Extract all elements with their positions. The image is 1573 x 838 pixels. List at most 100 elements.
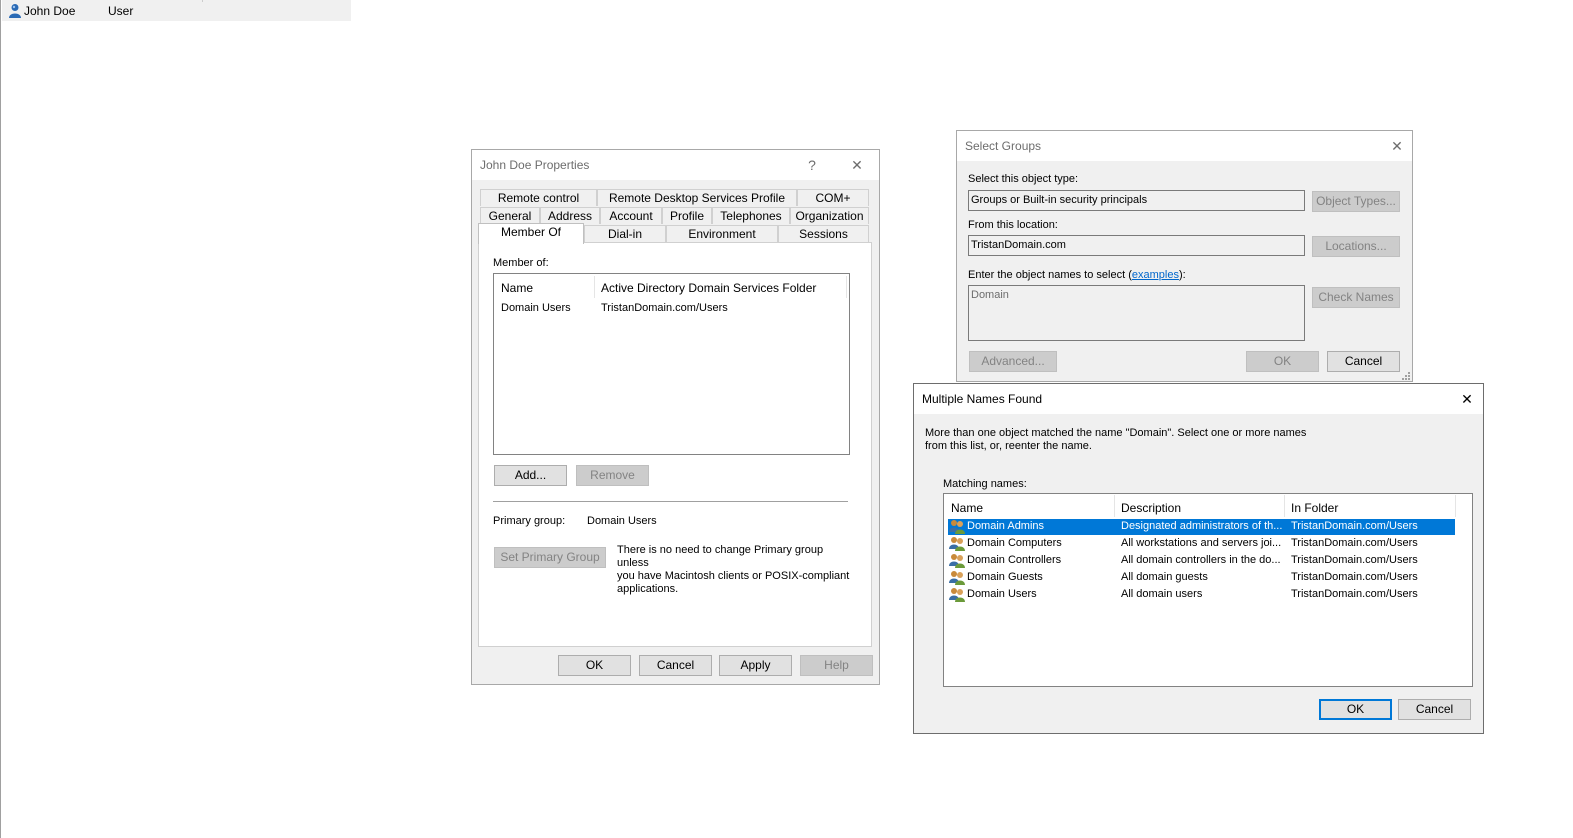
column-separator (202, 0, 203, 2)
dialog-title: John Doe Properties (480, 158, 590, 172)
object-type-field[interactable]: Groups or Built-in security principals (968, 190, 1305, 211)
set-primary-group-button[interactable]: Set Primary Group (494, 547, 606, 568)
user-icon (9, 4, 21, 18)
note-line: There is no need to change Primary group… (617, 544, 824, 569)
close-icon[interactable]: ✕ (1387, 137, 1407, 155)
group-icon (949, 571, 965, 585)
apply-button[interactable]: Apply (719, 655, 792, 676)
location-field[interactable]: TristanDomain.com (968, 235, 1305, 256)
object-names-textarea[interactable]: Domain (968, 285, 1305, 341)
multiple-names-dialog: Multiple Names Found ✕ More than one obj… (913, 383, 1484, 734)
message-text: More than one object matched the name "D… (925, 427, 1306, 453)
tab-dial-in[interactable]: Dial-in (584, 225, 666, 242)
tab-com-plus[interactable]: COM+ (797, 189, 869, 206)
row-description: All domain controllers in the do... (1121, 554, 1281, 566)
tab-profile[interactable]: Profile (662, 207, 712, 224)
location-label: From this location: (968, 219, 1058, 231)
tab-member-of[interactable]: Member Of (478, 223, 584, 244)
row-description: All domain users (1121, 588, 1203, 600)
matching-names-label: Matching names: (943, 478, 1027, 490)
remove-button[interactable]: Remove (576, 465, 649, 486)
properties-dialog: John Doe Properties ? ✕ Remote control R… (471, 149, 880, 685)
advanced-button[interactable]: Advanced... (969, 351, 1057, 372)
table-row[interactable]: Domain Users All domain users TristanDomai… (948, 587, 1455, 603)
column-separator (1284, 495, 1285, 517)
help-button[interactable]: Help (800, 655, 873, 676)
tab-remote-desktop-services-profile[interactable]: Remote Desktop Services Profile (597, 189, 797, 206)
row-name: Domain Guests (967, 571, 1043, 583)
check-names-button[interactable]: Check Names (1312, 287, 1400, 308)
group-icon (949, 537, 965, 551)
locations-button[interactable]: Locations... (1312, 236, 1400, 257)
help-icon[interactable]: ? (802, 156, 822, 174)
tab-general[interactable]: General (480, 207, 540, 224)
row-folder: TristanDomain.com/Users (1291, 588, 1418, 600)
column-separator (846, 276, 847, 298)
column-separator (1455, 495, 1456, 517)
close-icon[interactable]: ✕ (1457, 390, 1477, 408)
tab-account[interactable]: Account (600, 207, 662, 224)
list-item[interactable]: John Doe User (2, 0, 351, 21)
row-folder: TristanDomain.com/Users (1291, 520, 1418, 532)
note-line: applications. (617, 583, 679, 595)
ok-button[interactable]: OK (1246, 351, 1319, 372)
tab-remote-control[interactable]: Remote control (480, 189, 597, 206)
tab-address[interactable]: Address (540, 207, 600, 224)
user-name: John Doe (24, 4, 76, 18)
column-header-name[interactable]: Name (501, 281, 533, 295)
object-names-label: Enter the object names to select (exampl… (968, 269, 1186, 281)
column-header-folder[interactable]: Active Directory Domain Services Folder (601, 281, 816, 295)
column-separator (594, 276, 595, 298)
tab-sessions[interactable]: Sessions (778, 225, 869, 242)
member-row-folder[interactable]: TristanDomain.com/Users (601, 302, 728, 314)
row-name: Domain Computers (967, 537, 1062, 549)
tab-telephones[interactable]: Telephones (712, 207, 790, 224)
object-types-button[interactable]: Object Types... (1312, 191, 1400, 212)
group-icon (949, 554, 965, 568)
table-row[interactable]: Domain Controllers All domain controllers… (948, 553, 1455, 569)
dialog-title: Select Groups (965, 139, 1042, 153)
label-text: Enter the object names to select ( (968, 269, 1132, 281)
close-icon[interactable]: ✕ (847, 156, 867, 174)
table-row[interactable]: Domain Admins Designated administrators o… (948, 519, 1455, 535)
ok-button[interactable]: OK (558, 655, 631, 676)
note-line: you have Macintosh clients or POSIX-comp… (617, 570, 850, 582)
table-row[interactable]: Domain Guests All domain guests TristanDom… (948, 570, 1455, 586)
ok-button[interactable]: OK (1319, 699, 1392, 720)
member-of-list[interactable]: Name Active Directory Domain Services Fo… (493, 273, 850, 455)
title-bar[interactable]: Select Groups ✕ (957, 131, 1412, 161)
row-name: Domain Admins (967, 520, 1045, 532)
cancel-button[interactable]: Cancel (1398, 699, 1471, 720)
row-description: All workstations and servers joi... (1121, 537, 1282, 549)
member-row-name[interactable]: Domain Users (501, 302, 571, 314)
examples-link[interactable]: examples (1132, 269, 1179, 281)
row-folder: TristanDomain.com/Users (1291, 537, 1418, 549)
window-left-border (0, 0, 1, 838)
row-name: Domain Users (967, 588, 1037, 600)
column-header-folder[interactable]: In Folder (1291, 501, 1338, 515)
resize-grip-icon[interactable] (1401, 371, 1411, 381)
title-bar[interactable]: Multiple Names Found ✕ (914, 384, 1483, 414)
row-folder: TristanDomain.com/Users (1291, 554, 1418, 566)
row-name: Domain Controllers (967, 554, 1062, 566)
tab-organization[interactable]: Organization (790, 207, 869, 224)
user-type: User (108, 4, 134, 18)
message-line: from this list, or, reenter the name. (925, 440, 1092, 452)
cancel-button[interactable]: Cancel (639, 655, 712, 676)
primary-group-label: Primary group: (493, 515, 566, 527)
divider (493, 501, 848, 502)
tab-environment[interactable]: Environment (666, 225, 778, 242)
group-icon (949, 588, 965, 602)
column-header-name[interactable]: Name (951, 501, 983, 515)
matching-names-list[interactable]: Name Description In Folder Domain Admins… (943, 493, 1473, 687)
add-button[interactable]: Add... (494, 465, 567, 486)
column-header-description[interactable]: Description (1121, 501, 1181, 515)
member-of-label: Member of: (493, 257, 549, 269)
title-bar[interactable]: John Doe Properties ? ✕ (472, 150, 879, 180)
table-row[interactable]: Domain Computers All workstations and ser… (948, 536, 1455, 552)
column-separator (1114, 495, 1115, 517)
primary-group-note: There is no need to change Primary group… (617, 544, 857, 596)
cancel-button[interactable]: Cancel (1327, 351, 1400, 372)
primary-group-value: Domain Users (587, 515, 657, 527)
group-icon (949, 520, 965, 534)
